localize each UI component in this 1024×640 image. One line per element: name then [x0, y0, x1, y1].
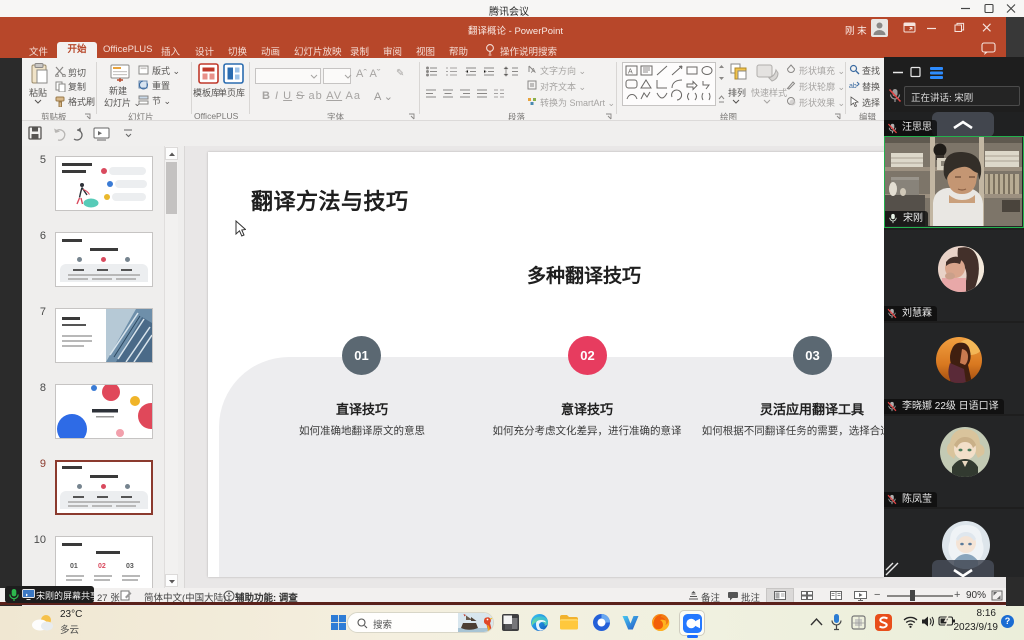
svg-text:ab: ab: [849, 83, 857, 90]
svg-text:A: A: [628, 69, 633, 76]
svg-text:A: A: [531, 68, 536, 74]
